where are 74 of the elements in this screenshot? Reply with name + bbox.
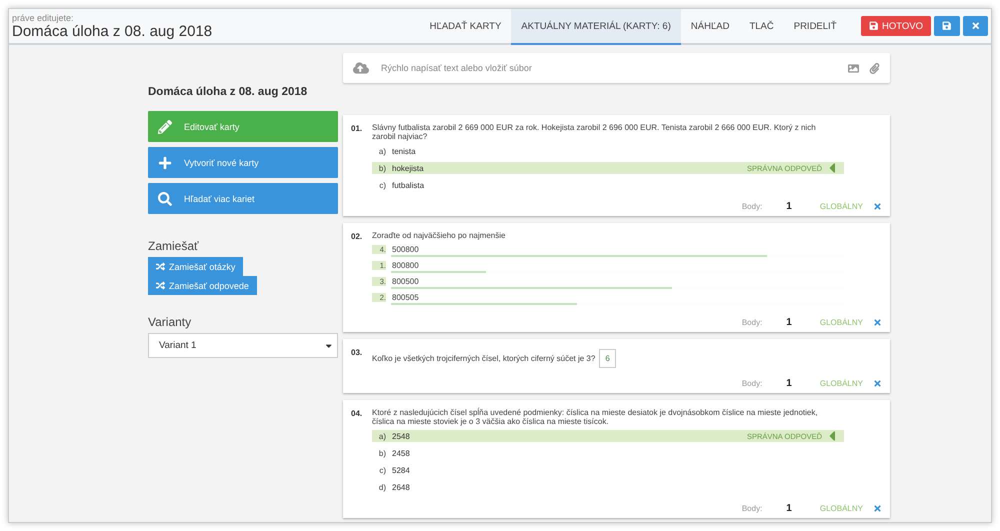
search-icon <box>158 192 172 206</box>
attachment-icon[interactable] <box>869 62 880 74</box>
order-item: 500800 <box>391 245 420 255</box>
delete-button[interactable] <box>873 378 882 388</box>
done-button[interactable]: HOTOVO <box>860 16 931 36</box>
section-title: Zamiešať <box>148 239 200 253</box>
action-button[interactable]: Vytvoriť nové karty <box>148 147 338 178</box>
question-text: Slávny futbalista zarobil 2 669 000 EUR za rok. Hokejista zarobil 2 696 000 EUR. Tenista zarobil 2 666 000 EUR. Ktorý z nich zarobil najviac? <box>372 123 817 141</box>
order-item: 800500 <box>391 277 420 287</box>
order-item: 800800 <box>391 261 420 271</box>
scope-label: GLOBÁLNY <box>820 504 863 512</box>
question-text: Koľko je všetkých trojciferných čísel, ktorých ciferný súčet je 3? <box>372 354 596 363</box>
option-text: tenista <box>392 146 417 156</box>
save-icon <box>942 21 952 31</box>
order-item: 800505 <box>391 293 420 303</box>
nav-tab[interactable]: HĽADAŤ KARTY <box>420 9 512 45</box>
points-value: 1 <box>786 502 792 514</box>
option-text: 5284 <box>392 466 411 474</box>
nav-tab[interactable]: TLAČ <box>739 9 784 45</box>
question-number: 03. <box>351 347 363 357</box>
nav-tab[interactable]: NÁHĽAD <box>680 9 740 45</box>
option-text: 2648 <box>392 482 411 492</box>
option-letter: d) <box>378 482 387 492</box>
action-button[interactable]: Editovať karty <box>148 111 338 142</box>
shuffle-button[interactable]: Zamiešať otázky <box>148 257 244 276</box>
section-title: Varianty <box>148 315 192 329</box>
quick-input-bar[interactable]: Rýchlo napísať text alebo vložiť súbor <box>343 53 890 83</box>
shuffle-button[interactable]: Zamiešať odpovede <box>148 276 257 295</box>
option-letter: c) <box>378 180 387 190</box>
question-number: 02. <box>351 231 363 241</box>
points-value: 1 <box>786 316 792 328</box>
option-text: 2458 <box>392 448 411 458</box>
points-label: Body: <box>742 378 762 388</box>
points-label: Body: <box>742 504 762 512</box>
image-icon[interactable] <box>848 62 859 74</box>
document-title: Domáca úloha z 08. aug 2018 <box>12 22 214 40</box>
plus-icon <box>158 156 172 170</box>
upload-icon[interactable] <box>353 60 369 76</box>
option-text: futbalista <box>392 180 426 190</box>
option-letter: b) <box>378 164 387 172</box>
close-button[interactable] <box>962 16 988 36</box>
points-value: 1 <box>786 378 792 388</box>
scope-label: GLOBÁLNY <box>820 378 863 388</box>
question-number: 04. <box>351 408 363 418</box>
option-letter: a) <box>378 432 387 440</box>
variant-select[interactable]: Variant 1 <box>148 333 338 358</box>
close-icon <box>970 21 980 31</box>
points-value: 1 <box>786 200 792 212</box>
editing-caption: práve editujete: <box>12 12 75 22</box>
option-letter: a) <box>378 146 387 156</box>
shuffle-icon <box>156 281 165 290</box>
shuffle-icon <box>156 262 165 271</box>
scope-label: GLOBÁLNY <box>820 202 863 210</box>
material-title: Domáca úloha z 08. aug 2018 <box>148 86 308 98</box>
option-letter: b) <box>378 448 387 458</box>
question-text: Zoraďte od najväčšieho po najmenšie <box>372 231 506 240</box>
question-text: Ktoré z nasledujúcich čísel spĺňa uvedené podmienky: číslica na mieste desiatok je dvojnásobkom číslice na mieste jednotiek, číslica na mieste stoviek je o 3 väčšia ako číslica na mieste tisícok. <box>372 408 819 426</box>
question-number: 01. <box>351 123 363 133</box>
action-button[interactable]: Hľadať viac kariet <box>148 183 338 214</box>
delete-button[interactable] <box>873 202 882 210</box>
points-label: Body: <box>742 202 762 210</box>
nav-tab[interactable]: AKTUÁLNY MATERIÁL (KARTY: 6) <box>511 9 681 45</box>
points-label: Body: <box>742 318 762 326</box>
delete-button[interactable] <box>873 318 882 326</box>
save-icon <box>868 21 878 31</box>
option-text: hokejista <box>392 164 425 172</box>
save-button[interactable] <box>934 16 960 36</box>
scope-label: GLOBÁLNY <box>820 318 863 326</box>
option-letter: c) <box>378 466 387 474</box>
answer-field[interactable]: 6 <box>599 349 616 368</box>
option-text: 2548 <box>392 432 411 440</box>
nav-tab[interactable]: PRIDELIŤ <box>784 9 846 45</box>
delete-button[interactable] <box>873 504 882 512</box>
pencil-icon <box>158 120 172 134</box>
